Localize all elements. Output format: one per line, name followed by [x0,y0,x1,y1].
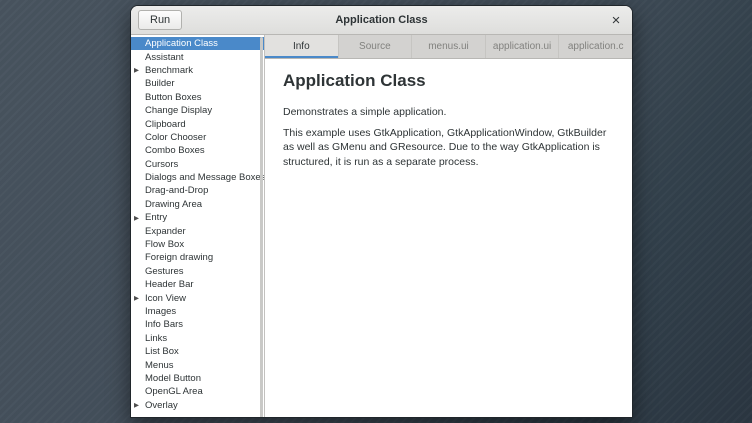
sidebar-item-menus[interactable]: Menus [131,358,264,371]
sidebar-item-label: List Box [145,346,179,357]
expander-arrow-icon[interactable]: ▶ [134,294,139,302]
sidebar-item-label: Dialogs and Message Boxes [145,172,265,183]
sidebar-item-label: Application Class [145,38,218,49]
sidebar-item-label: Change Display [145,105,212,116]
page-title: Application Class [283,71,614,91]
tab-source[interactable]: Source [339,35,413,58]
sidebar-item-drawing-area[interactable]: Drawing Area [131,198,264,211]
sidebar-item-label: Model Button [145,373,201,384]
sidebar-item-label: Drawing Area [145,199,202,210]
tab-application-c[interactable]: application.c [559,35,632,58]
sidebar-item-expander[interactable]: Expander [131,224,264,237]
sidebar-item-links[interactable]: Links [131,332,264,345]
sidebar-item-builder[interactable]: Builder [131,77,264,90]
tab-bar: InfoSourcemenus.uiapplication.uiapplicat… [265,35,632,59]
sidebar-item-label: Combo Boxes [145,145,205,156]
sidebar-item-gestures[interactable]: Gestures [131,265,264,278]
sidebar-item-label: Images [145,306,176,317]
sidebar-item-label: OpenGL Area [145,386,203,397]
description-paragraph: This example uses GtkApplication, GtkApp… [283,126,614,169]
sidebar-item-entry[interactable]: ▶ Entry [131,211,264,224]
sidebar-item-label: Cursors [145,159,178,170]
expander-arrow-icon[interactable]: ▶ [134,66,139,74]
sidebar-item-header-bar[interactable]: Header Bar [131,278,264,291]
sidebar-item-label: Drag-and-Drop [145,185,208,196]
sidebar-item-flow-box[interactable]: Flow Box [131,238,264,251]
sidebar-scrollbar[interactable] [260,37,263,417]
description-paragraph: Demonstrates a simple application. [283,105,614,119]
demo-list-sidebar: Application Class Assistant ▶ Benchmark Buil… [131,35,265,417]
sidebar-item-icon-view[interactable]: ▶ Icon View [131,291,264,304]
header-bar: Run Application Class × [131,6,632,35]
sidebar-item-opengl-area[interactable]: OpenGL Area [131,385,264,398]
sidebar-item-label: Flow Box [145,239,184,250]
sidebar-item-label: Overlay [145,400,178,411]
tab-info[interactable]: Info [265,35,339,58]
sidebar-item-assistant[interactable]: Assistant [131,50,264,63]
sidebar-item-dialogs-and-message-boxes[interactable]: Dialogs and Message Boxes [131,171,264,184]
sidebar-item-info-bars[interactable]: Info Bars [131,318,264,331]
sidebar-item-overlay[interactable]: ▶ Overlay [131,399,264,412]
sidebar-item-label: Menus [145,360,174,371]
sidebar-item-list-box[interactable]: List Box [131,345,264,358]
window-title: Application Class [131,14,632,26]
description-block: Demonstrates a simple application. This e… [283,105,614,169]
sidebar-item-clipboard[interactable]: Clipboard [131,117,264,130]
sidebar-item-label: Benchmark [145,65,193,76]
sidebar-item-cursors[interactable]: Cursors [131,158,264,171]
expander-arrow-icon[interactable]: ▶ [134,214,139,222]
sidebar-item-model-button[interactable]: Model Button [131,372,264,385]
close-icon[interactable]: × [607,11,625,29]
sidebar-item-label: Assistant [145,52,184,63]
sidebar-item-label: Gestures [145,266,184,277]
tab-application-ui[interactable]: application.ui [486,35,560,58]
sidebar-item-drag-and-drop[interactable]: Drag-and-Drop [131,184,264,197]
sidebar-item-application-class[interactable]: Application Class [131,37,264,50]
sidebar-item-combo-boxes[interactable]: Combo Boxes [131,144,264,157]
expander-arrow-icon[interactable]: ▶ [134,401,139,409]
sidebar-item-label: Info Bars [145,319,183,330]
sidebar-item-label: Header Bar [145,279,194,290]
sidebar-item-label: Color Chooser [145,132,206,143]
sidebar-item-label: Entry [145,212,167,223]
sidebar-item-label: Expander [145,226,186,237]
sidebar-item-label: Button Boxes [145,92,202,103]
sidebar-item-color-chooser[interactable]: Color Chooser [131,131,264,144]
app-window: Run Application Class × Application Clas… [130,5,633,418]
sidebar-item-images[interactable]: Images [131,305,264,318]
sidebar-item-label: Foreign drawing [145,252,213,263]
sidebar-item-foreign-drawing[interactable]: Foreign drawing [131,251,264,264]
info-content: Application Class Demonstrates a simple … [265,59,632,417]
tab-menus-ui[interactable]: menus.ui [412,35,486,58]
window-body: Application Class Assistant ▶ Benchmark Buil… [131,35,632,417]
sidebar-item-button-boxes[interactable]: Button Boxes [131,91,264,104]
run-button[interactable]: Run [138,10,182,30]
sidebar-item-benchmark[interactable]: ▶ Benchmark [131,64,264,77]
sidebar-item-label: Builder [145,78,175,89]
detail-pane: InfoSourcemenus.uiapplication.uiapplicat… [265,35,632,417]
sidebar-item-change-display[interactable]: Change Display [131,104,264,117]
sidebar-item-label: Links [145,333,167,344]
sidebar-item-label: Clipboard [145,119,186,130]
demo-list: Application Class Assistant ▶ Benchmark Buil… [131,37,264,412]
sidebar-item-label: Icon View [145,293,186,304]
desktop-background: { "window": { "title": "Application Clas… [0,0,752,423]
